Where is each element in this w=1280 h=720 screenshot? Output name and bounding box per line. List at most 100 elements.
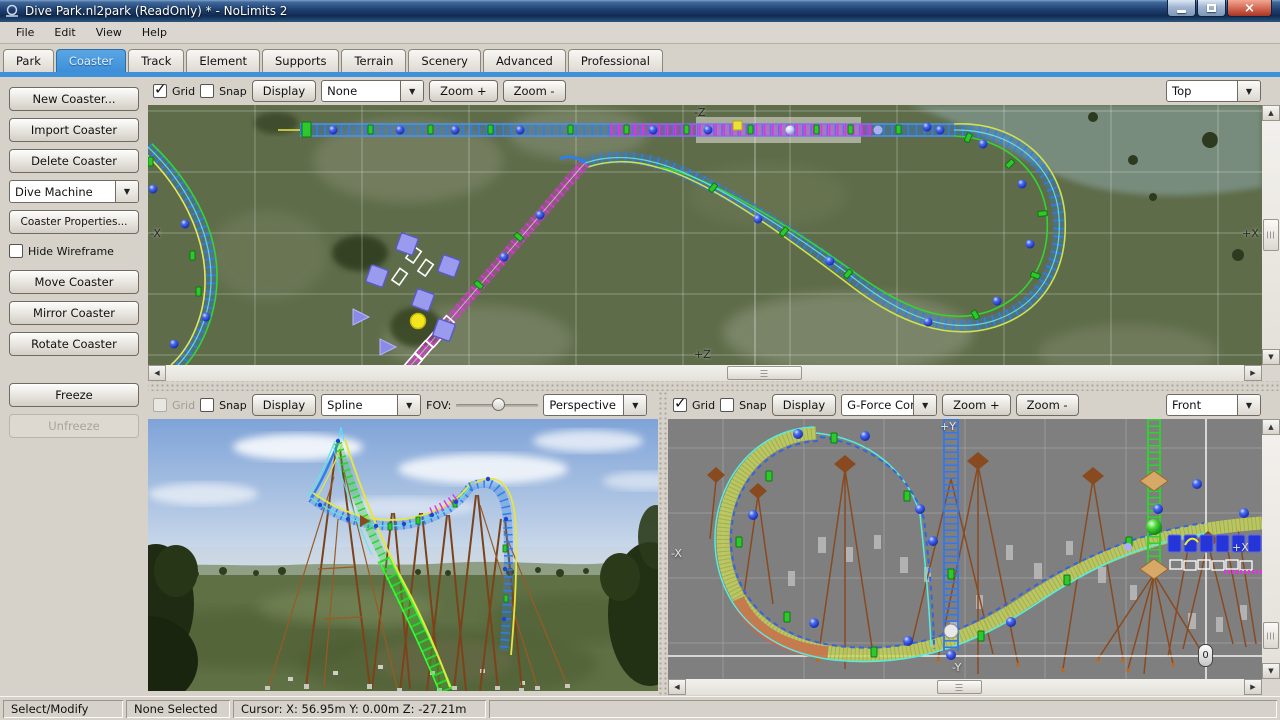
scrollbar-thumb[interactable] [937,680,982,694]
select-arrow-button[interactable]: ▼ [1237,395,1260,415]
tab-terrain[interactable]: Terrain [341,49,406,72]
perspective-display-mode-select[interactable]: Spline ▼ [321,394,421,416]
tab-coaster[interactable]: Coaster [56,49,126,72]
tab-supports[interactable]: Supports [262,49,339,72]
mirror-coaster-button[interactable]: Mirror Coaster [9,301,139,325]
tab-element[interactable]: Element [186,49,260,72]
front-horizontal-scrollbar[interactable]: ◀ ▶ [668,679,1262,695]
grid-label: Grid [172,85,195,98]
status-selection: None Selected [126,700,230,718]
tab-park[interactable]: Park [3,49,54,72]
front-zoom-out-button[interactable]: Zoom - [1016,394,1079,416]
front-zoom-in-button[interactable]: Zoom + [942,394,1010,416]
top-zoom-out-button[interactable]: Zoom - [503,80,566,102]
front-vertical-scrollbar[interactable]: ▲ ▼ [1262,419,1280,679]
top-viewport-canvas[interactable]: -Z +Z -X +X [148,105,1262,365]
scroll-right-button[interactable]: ▶ [1244,365,1262,381]
close-button[interactable]: × [1227,0,1272,17]
scrollbar-thumb[interactable] [727,366,802,380]
top-display-mode-select[interactable]: None ▼ [321,80,424,102]
rotate-coaster-button[interactable]: Rotate Coaster [9,332,139,356]
scrollbar-thumb[interactable] [1263,219,1279,251]
title-bar: Dive Park.nl2park (ReadOnly) * - NoLimit… [0,0,1280,22]
top-grid-checkbox[interactable]: ✓Grid [153,84,195,98]
front-view-select[interactable]: Front ▼ [1166,394,1261,416]
scroll-down-icon: ▼ [1268,667,1273,675]
scrollbar-track[interactable] [166,365,1244,381]
vertical-splitter[interactable] [658,391,668,696]
freeze-button[interactable]: Freeze [9,383,139,407]
menu-edit[interactable]: Edit [44,23,85,42]
axis-origin-handle[interactable]: 0 [1198,644,1213,667]
top-horizontal-scrollbar[interactable]: ◀ ▶ [148,365,1262,381]
top-snap-checkbox[interactable]: Snap [200,84,247,98]
scrollbar-track[interactable] [1262,435,1280,663]
front-snap-checkbox[interactable]: Snap [720,398,767,412]
coaster-select[interactable]: Dive Machine ▼ [9,180,139,203]
horizontal-splitter[interactable] [148,381,1280,391]
scroll-down-button[interactable]: ▼ [1262,349,1280,365]
select-arrow-button[interactable]: ▼ [1237,81,1260,101]
top-display-button[interactable]: Display [252,80,316,102]
coaster-properties-button[interactable]: Coaster Properties... [9,210,139,234]
checkmark-icon: ✓ [154,80,167,98]
scroll-left-button[interactable]: ◀ [668,679,686,695]
chevron-down-icon: ▼ [124,187,130,196]
front-viewport-canvas[interactable]: +Y -Y -X +X 0 [668,419,1262,679]
move-coaster-button[interactable]: Move Coaster [9,270,139,294]
tab-advanced[interactable]: Advanced [483,49,566,72]
perspective-viewport-canvas[interactable] [148,419,658,691]
chevron-down-icon: ▼ [1246,401,1252,410]
chevron-down-icon: ▼ [409,87,415,96]
checkbox-box [9,244,23,258]
import-coaster-button[interactable]: Import Coaster [9,118,139,142]
perspective-view-select[interactable]: Perspective ▼ [543,394,647,416]
menu-file[interactable]: File [6,23,44,42]
scroll-down-button[interactable]: ▼ [1262,663,1280,679]
scroll-left-button[interactable]: ◀ [148,365,166,381]
chevron-down-icon: ▼ [1246,87,1252,96]
front-display-mode-select[interactable]: G-Force Comb ▼ [841,394,937,416]
top-vertical-scrollbar[interactable]: ▲ ▼ [1262,105,1280,365]
scrollbar-track[interactable] [1262,121,1280,349]
scroll-right-button[interactable]: ▶ [1244,679,1262,695]
new-coaster-button[interactable]: New Coaster... [9,87,139,111]
scroll-up-button[interactable]: ▲ [1262,419,1280,435]
unfreeze-button[interactable]: Unfreeze [9,414,139,438]
status-mode: Select/Modify [3,700,123,718]
scrollbar-thumb[interactable] [1263,622,1279,649]
coaster-select-value: Dive Machine [10,185,115,199]
app-icon [5,4,19,18]
select-arrow-button[interactable]: ▼ [397,395,420,415]
scroll-left-icon: ◀ [154,369,159,377]
perspective-display-button[interactable]: Display [252,394,316,416]
select-arrow-button[interactable]: ▼ [913,395,936,415]
checkbox-box [153,398,167,412]
minimize-button[interactable] [1167,0,1196,17]
delete-coaster-button[interactable]: Delete Coaster [9,149,139,173]
tab-track[interactable]: Track [128,49,184,72]
top-view-select[interactable]: Top ▼ [1166,80,1261,102]
top-zoom-in-button[interactable]: Zoom + [429,80,497,102]
coaster-select-arrow-button[interactable]: ▼ [115,181,138,202]
view-select-value: Top [1167,84,1237,98]
scrollbar-track[interactable] [686,679,1244,695]
tab-scenery[interactable]: Scenery [408,49,481,72]
tab-professional[interactable]: Professional [568,49,663,72]
select-arrow-button[interactable]: ▼ [400,81,423,101]
restore-button[interactable] [1197,0,1226,17]
select-arrow-button[interactable]: ▼ [623,395,646,415]
front-display-button[interactable]: Display [772,394,836,416]
checkbox-box [200,398,214,412]
hide-wireframe-checkbox[interactable]: Hide Wireframe [9,244,139,258]
fov-slider-thumb[interactable] [492,398,505,411]
fov-slider[interactable] [456,397,538,413]
menu-bar: File Edit View Help [0,22,1280,44]
scroll-up-button[interactable]: ▲ [1262,105,1280,121]
perspective-grid-checkbox[interactable]: Grid [153,398,195,412]
display-mode-value: G-Force Comb [842,398,913,412]
front-grid-checkbox[interactable]: ✓Grid [673,398,715,412]
menu-help[interactable]: Help [132,23,177,42]
perspective-snap-checkbox[interactable]: Snap [200,398,247,412]
menu-view[interactable]: View [86,23,132,42]
